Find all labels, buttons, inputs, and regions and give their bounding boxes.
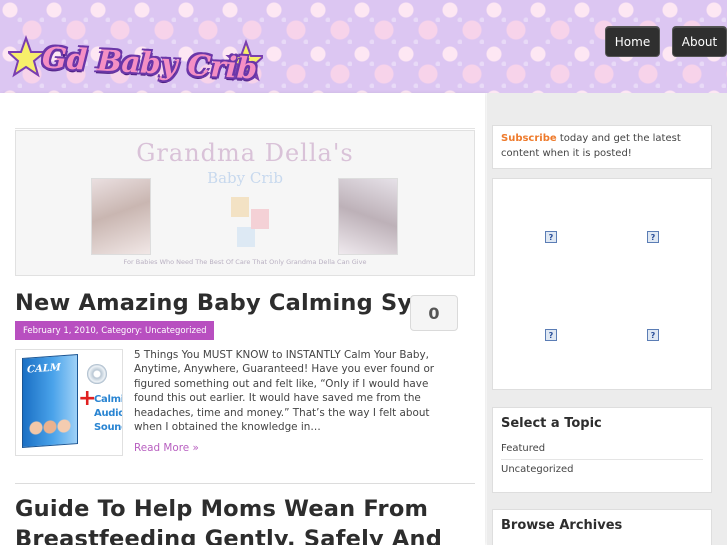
site-logo[interactable]: Gd Baby Crib bbox=[8, 30, 263, 88]
subscribe-widget: Subscribe today and get the latest conte… bbox=[492, 125, 712, 169]
site-header: Gd Baby Crib Home About bbox=[0, 0, 727, 93]
toy-blocks-image bbox=[231, 197, 271, 247]
broken-image-icon[interactable]: ? bbox=[647, 329, 659, 341]
product-box-label: CALM bbox=[27, 362, 61, 376]
thumbnail-caption: Calming Audio Sounds! bbox=[94, 394, 123, 433]
broken-image-icon[interactable]: ? bbox=[647, 231, 659, 243]
post-thumbnail[interactable]: CALM + Calming Audio Sounds! bbox=[15, 349, 123, 456]
divider bbox=[15, 483, 475, 484]
archives-widget: Browse Archives bbox=[492, 509, 712, 545]
banner-subtitle: Baby Crib bbox=[207, 169, 283, 187]
post-meta: February 1, 2010, Category: Uncategorize… bbox=[15, 321, 214, 340]
broken-image-icon[interactable]: ? bbox=[545, 231, 557, 243]
read-more-link[interactable]: Read More » bbox=[134, 442, 199, 454]
post-title[interactable]: Guide To Help Moms Wean From Breastfeedi… bbox=[15, 494, 475, 545]
widget-title: Select a Topic bbox=[501, 416, 602, 431]
baby-photo bbox=[91, 178, 151, 255]
banner-title: Grandma Della's bbox=[136, 139, 354, 167]
comment-count-badge[interactable]: 0 bbox=[410, 295, 458, 331]
subscribe-link[interactable]: Subscribe bbox=[501, 133, 557, 144]
topic-link-uncategorized[interactable]: Uncategorized bbox=[501, 460, 703, 480]
topic-link-featured[interactable]: Featured bbox=[501, 439, 703, 460]
baby-photo bbox=[338, 178, 398, 255]
babies-image bbox=[28, 415, 72, 439]
divider bbox=[15, 128, 475, 129]
nav-home-button[interactable]: Home bbox=[605, 26, 660, 57]
ads-widget: ? ? ? ? bbox=[492, 178, 712, 390]
banner-tagline: For Babies Who Need The Best Of Care Tha… bbox=[123, 258, 367, 266]
post-excerpt: 5 Things You MUST KNOW to INSTANTLY Calm… bbox=[134, 349, 435, 434]
cd-icon bbox=[87, 364, 107, 384]
featured-banner[interactable]: Grandma Della's Baby Crib For Babies Who… bbox=[15, 130, 475, 276]
product-box-image: CALM bbox=[22, 354, 78, 448]
post-title[interactable]: New Amazing Baby Calming System bbox=[15, 290, 415, 322]
broken-image-icon[interactable]: ? bbox=[545, 329, 557, 341]
widget-title: Browse Archives bbox=[501, 518, 623, 533]
topics-widget: Select a Topic Featured Uncategorized bbox=[492, 407, 712, 493]
nav-about-button[interactable]: About bbox=[672, 26, 727, 57]
